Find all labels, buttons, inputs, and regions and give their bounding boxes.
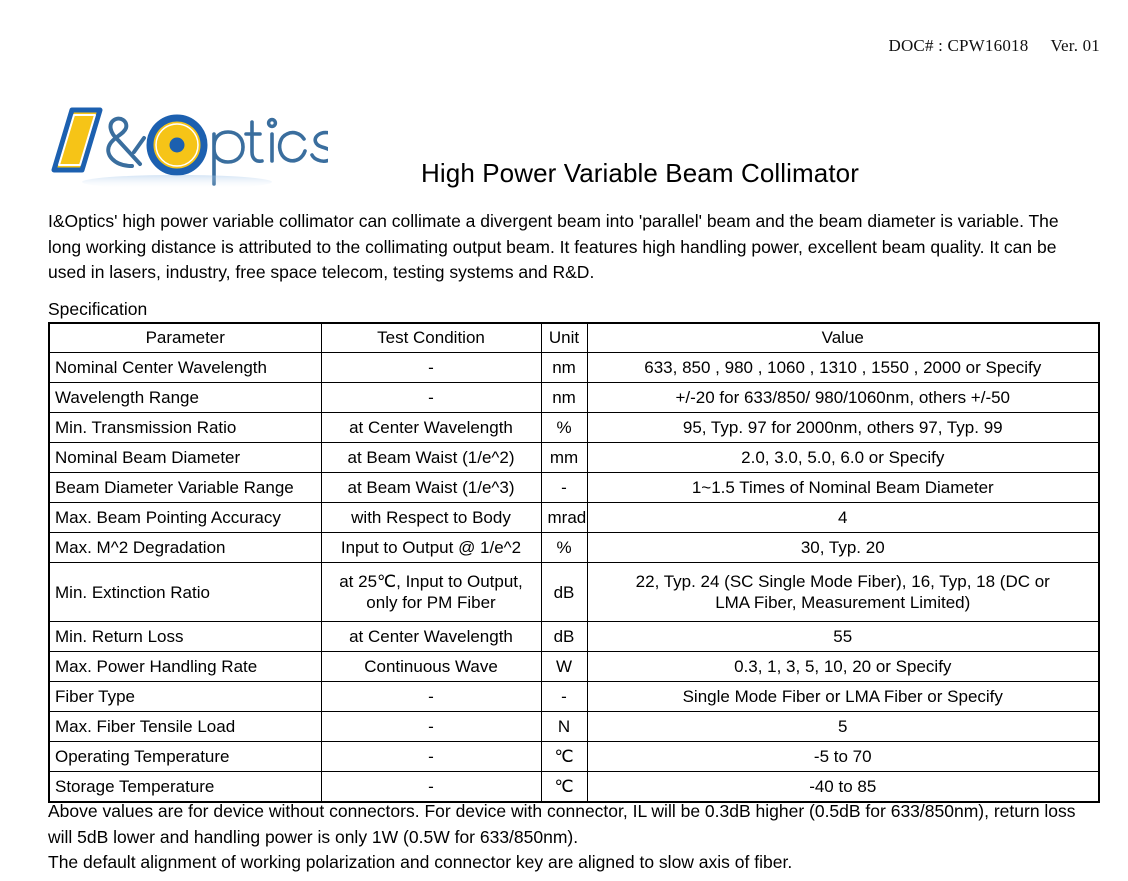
cell-parameter: Beam Diameter Variable Range [48, 472, 322, 503]
cell-unit: ℃ [540, 741, 588, 772]
cell-unit: nm [540, 382, 588, 413]
logo-ampersand [106, 116, 146, 168]
logo-o-circle [146, 114, 208, 176]
cell-parameter: Nominal Center Wavelength [48, 352, 322, 383]
cell-condition: at Beam Waist (1/e^2) [320, 442, 542, 473]
table-row: Max. Beam Pointing Accuracy with Respect… [48, 502, 1100, 533]
cell-unit: - [540, 681, 588, 712]
cell-value: -5 to 70 [586, 741, 1100, 772]
footer-note-1: Above values are for device without conn… [48, 801, 1076, 847]
column-header-unit: Unit [540, 322, 588, 353]
table-row: Wavelength Range - nm +/-20 for 633/850/… [48, 382, 1100, 413]
cell-condition: with Respect to Body [320, 502, 542, 533]
cell-unit: dB [540, 562, 588, 622]
cell-parameter: Min. Extinction Ratio [48, 562, 322, 622]
cell-parameter: Max. Fiber Tensile Load [48, 711, 322, 742]
table-row: Operating Temperature - ℃ -5 to 70 [48, 741, 1100, 772]
cell-condition: at Center Wavelength [320, 621, 542, 652]
cell-value: 55 [586, 621, 1100, 652]
cell-unit: N [540, 711, 588, 742]
cell-value: -40 to 85 [586, 771, 1100, 803]
column-header-value: Value [586, 322, 1100, 353]
cell-condition-line1: at 25℃, Input to Output, [339, 572, 523, 591]
doc-version: Ver. 01 [1050, 36, 1100, 55]
page-title: High Power Variable Beam Collimator [421, 158, 859, 188]
logo-reflection [82, 175, 272, 189]
intro-paragraph: I&Optics' high power variable collimator… [48, 211, 1059, 282]
table-row: Beam Diameter Variable Range at Beam Wai… [48, 472, 1100, 503]
specification-table-wrapper: Parameter Test Condition Unit Value Nomi… [48, 322, 1100, 803]
cell-unit: W [540, 651, 588, 682]
logo-i-bar [51, 107, 103, 173]
cell-value-line1: 22, Typ. 24 (SC Single Mode Fiber), 16, … [635, 572, 1050, 591]
table-row: Max. Power Handling Rate Continuous Wave… [48, 651, 1100, 682]
footer-note-2: The default alignment of working polariz… [48, 852, 793, 872]
cell-parameter: Fiber Type [48, 681, 322, 712]
cell-condition: Input to Output @ 1/e^2 [320, 532, 542, 563]
table-row: Fiber Type - - Single Mode Fiber or LMA … [48, 681, 1100, 712]
column-header-parameter: Parameter [48, 322, 322, 353]
table-row: Min. Return Loss at Center Wavelength dB… [48, 621, 1100, 652]
cell-condition: - [320, 382, 542, 413]
table-header-row: Parameter Test Condition Unit Value [48, 322, 1100, 353]
cell-value: 95, Typ. 97 for 2000nm, others 97, Typ. … [586, 412, 1100, 443]
cell-value: 5 [586, 711, 1100, 742]
logo-ptics-letters [212, 117, 328, 186]
cell-condition: Continuous Wave [320, 651, 542, 682]
cell-parameter: Min. Transmission Ratio [48, 412, 322, 443]
cell-parameter: Wavelength Range [48, 382, 322, 413]
cell-value-line2: LMA Fiber, Measurement Limited) [715, 593, 971, 612]
cell-value: +/-20 for 633/850/ 980/1060nm, others +/… [586, 382, 1100, 413]
cell-parameter: Max. M^2 Degradation [48, 532, 322, 563]
specification-table: Parameter Test Condition Unit Value Nomi… [48, 322, 1100, 803]
cell-value: 633, 850 , 980 , 1060 , 1310 , 1550 , 20… [586, 352, 1100, 383]
cell-unit: nm [540, 352, 588, 383]
cell-parameter: Nominal Beam Diameter [48, 442, 322, 473]
cell-value: 0.3, 1, 3, 5, 10, 20 or Specify [586, 651, 1100, 682]
cell-unit: % [540, 412, 588, 443]
cell-condition: at 25℃, Input to Output, only for PM Fib… [320, 562, 542, 622]
cell-condition: at Beam Waist (1/e^3) [320, 472, 542, 503]
footer-notes: Above values are for device without conn… [48, 799, 1088, 876]
datasheet-page: DOC# : CPW16018 Ver. 01 High Power Varia… [0, 0, 1128, 881]
table-row: Max. M^2 Degradation Input to Output @ 1… [48, 532, 1100, 563]
cell-unit: mm [540, 442, 588, 473]
cell-value: 1~1.5 Times of Nominal Beam Diameter [586, 472, 1100, 503]
cell-value: 22, Typ. 24 (SC Single Mode Fiber), 16, … [586, 562, 1100, 622]
cell-value: 2.0, 3.0, 5.0, 6.0 or Specify [586, 442, 1100, 473]
cell-unit: dB [540, 621, 588, 652]
cell-unit: mrad [540, 502, 588, 533]
table-row: Nominal Center Wavelength - nm 633, 850 … [48, 352, 1100, 383]
cell-value: 30, Typ. 20 [586, 532, 1100, 563]
column-header-test-condition: Test Condition [320, 322, 542, 353]
cell-condition: - [320, 741, 542, 772]
cell-condition: - [320, 681, 542, 712]
cell-condition: at Center Wavelength [320, 412, 542, 443]
table-row: Nominal Beam Diameter at Beam Waist (1/e… [48, 442, 1100, 473]
document-header: DOC# : CPW16018 Ver. 01 [888, 36, 1100, 56]
cell-value: Single Mode Fiber or LMA Fiber or Specif… [586, 681, 1100, 712]
cell-value: 4 [586, 502, 1100, 533]
table-row: Min. Transmission Ratio at Center Wavele… [48, 412, 1100, 443]
cell-condition: - [320, 352, 542, 383]
cell-parameter: Max. Beam Pointing Accuracy [48, 502, 322, 533]
cell-parameter: Max. Power Handling Rate [48, 651, 322, 682]
cell-unit: ℃ [540, 771, 588, 803]
cell-parameter: Min. Return Loss [48, 621, 322, 652]
cell-parameter: Storage Temperature [48, 771, 322, 803]
table-row: Max. Fiber Tensile Load - N 5 [48, 711, 1100, 742]
table-row: Min. Extinction Ratio at 25℃, Input to O… [48, 562, 1100, 622]
company-logo [48, 104, 328, 190]
table-row: Storage Temperature - ℃ -40 to 85 [48, 771, 1100, 803]
cell-condition-line2: only for PM Fiber [366, 593, 496, 612]
cell-condition: - [320, 771, 542, 803]
cell-condition: - [320, 711, 542, 742]
specification-heading: Specification [48, 299, 148, 319]
cell-unit: % [540, 532, 588, 563]
doc-number: DOC# : CPW16018 [888, 36, 1029, 55]
cell-unit: - [540, 472, 588, 503]
cell-parameter: Operating Temperature [48, 741, 322, 772]
